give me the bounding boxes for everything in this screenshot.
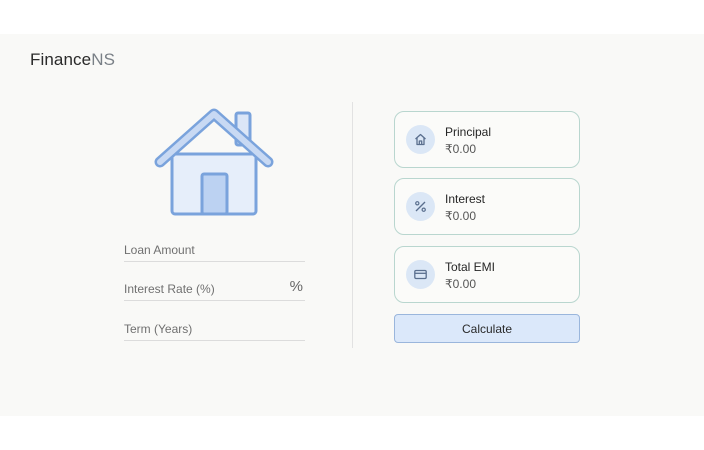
principal-card: Principal ₹0.00 xyxy=(394,111,580,168)
brand-name-part2: NS xyxy=(91,50,116,69)
app-window: FinanceNS Loan Amount Interest Rate (%) … xyxy=(0,34,704,416)
total-emi-value: ₹0.00 xyxy=(445,277,476,291)
vertical-divider xyxy=(352,102,353,348)
brand-name-part1: Finance xyxy=(30,50,92,69)
term-years-field[interactable]: Term (Years) xyxy=(124,317,305,341)
principal-title: Principal xyxy=(445,125,492,139)
calculate-button[interactable]: Calculate xyxy=(394,314,580,343)
loan-amount-field[interactable]: Loan Amount xyxy=(124,238,305,262)
percent-icon: % xyxy=(289,278,303,295)
principal-value: ₹0.00 xyxy=(445,142,476,156)
interest-value: ₹0.00 xyxy=(445,209,476,223)
loan-amount-label: Loan Amount xyxy=(124,243,195,257)
interest-title: Interest xyxy=(445,192,486,206)
brand-logo: FinanceNS xyxy=(30,50,115,70)
interest-rate-label: Interest Rate (%) xyxy=(124,282,215,296)
card-icon xyxy=(406,260,435,289)
term-years-label: Term (Years) xyxy=(124,322,193,336)
interest-rate-field[interactable]: Interest Rate (%) % xyxy=(124,277,305,301)
total-emi-card: Total EMI ₹0.00 xyxy=(394,246,580,303)
percent-icon xyxy=(406,192,435,221)
interest-card: Interest ₹0.00 xyxy=(394,178,580,235)
house-illustration-icon xyxy=(154,108,274,216)
total-emi-title: Total EMI xyxy=(445,260,496,274)
home-icon xyxy=(406,125,435,154)
